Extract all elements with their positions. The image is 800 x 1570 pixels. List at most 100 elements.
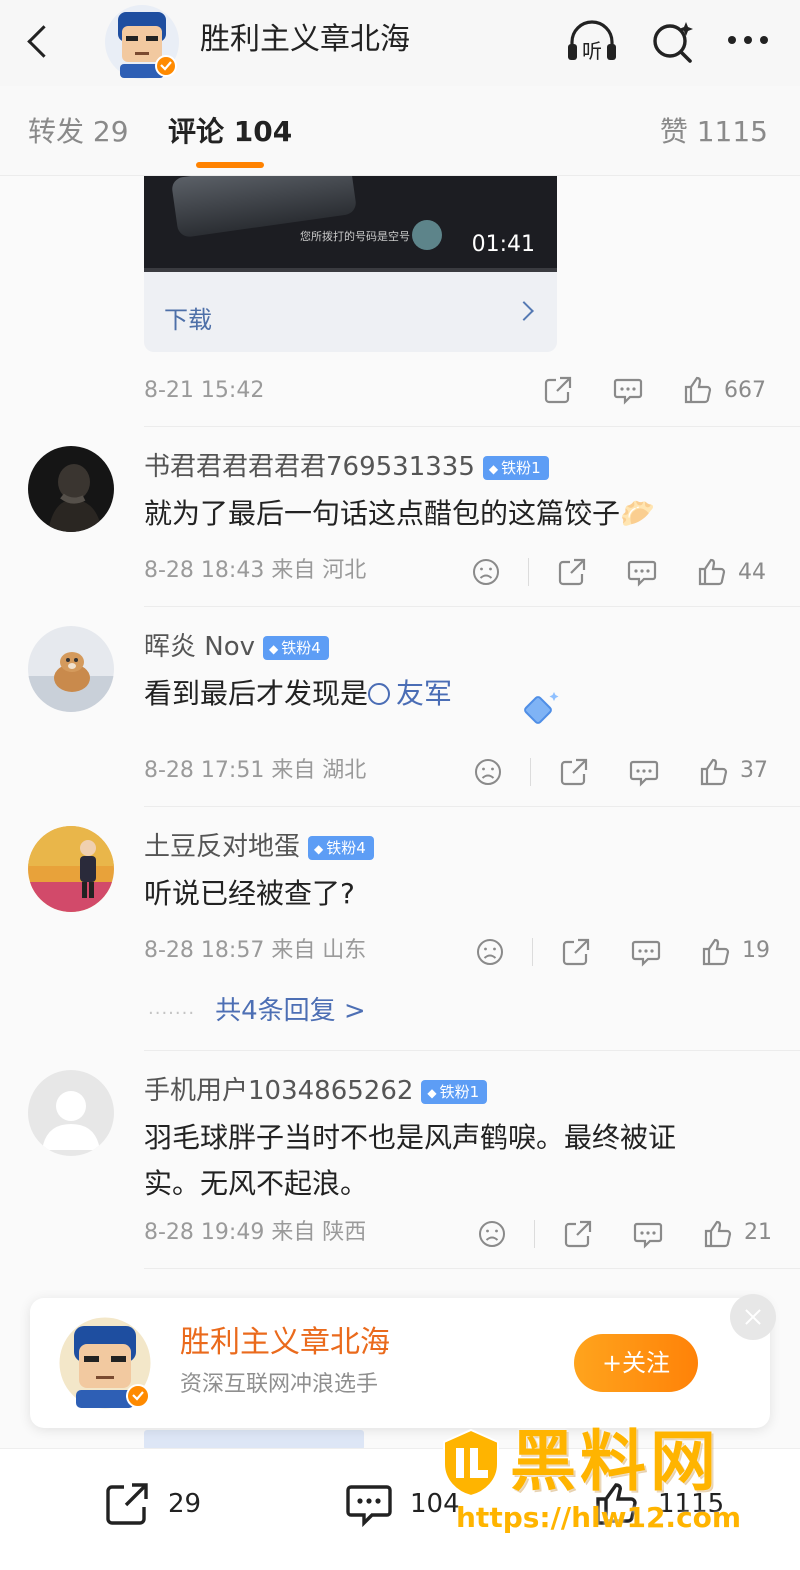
separator (530, 758, 531, 786)
comment-text-line1: 羽毛球胖子当时不也是风声鹤唳。最终被证 (144, 1121, 677, 1154)
video-duration: 01:41 (471, 232, 535, 257)
dislike-icon[interactable] (472, 756, 504, 788)
search-icon (368, 683, 391, 705)
search-icon[interactable] (646, 14, 702, 70)
fan-badge[interactable]: 铁粉1 (482, 455, 549, 480)
share-icon (106, 1483, 148, 1525)
avatar[interactable] (28, 1070, 114, 1156)
like-icon[interactable] (696, 556, 728, 588)
username-text[interactable]: 晖炎 Nov (144, 632, 255, 662)
like-icon[interactable] (682, 374, 714, 406)
comment-text: 听说已经被查了? (144, 877, 355, 910)
separator (532, 938, 533, 966)
comment-meta: 8-28 19:49 来自 陕西 (144, 1220, 367, 1245)
comment-icon[interactable] (632, 1218, 664, 1250)
watermark-text: 黑料网 (510, 1423, 720, 1500)
dislike-icon[interactable] (470, 556, 502, 588)
chevron-right-icon (514, 301, 534, 321)
view-replies-link[interactable]: ······· 共4条回复 > (148, 994, 366, 1031)
dislike-icon[interactable] (474, 936, 506, 968)
back-icon[interactable] (16, 16, 62, 66)
replies-text[interactable]: 共4条回复 > (215, 996, 366, 1026)
svg-text:听: 听 (582, 39, 602, 63)
comment-text-line2: 实。无风不起浪。 (144, 1167, 369, 1200)
video-thumbnail[interactable]: 您所拨打的号码是空号 01:41 (144, 176, 557, 272)
fan-badge[interactable]: 铁粉4 (263, 635, 329, 660)
divider (144, 606, 800, 607)
divider (144, 1050, 800, 1051)
follow-popup: 胜利主义章北海 资深互联网冲浪选手 +关注 (30, 1294, 776, 1428)
comment-icon[interactable] (628, 756, 660, 788)
more-icon[interactable] (720, 14, 776, 70)
like-icon[interactable] (698, 756, 730, 788)
share-icon[interactable] (542, 374, 574, 406)
comment-username[interactable]: 书君君君君君君769531335 铁粉1 (144, 450, 549, 484)
dislike-icon[interactable] (476, 1218, 508, 1250)
author-avatar[interactable] (104, 4, 180, 80)
share-icon[interactable] (556, 556, 588, 588)
comment-text: 看到最后才发现是 友军 (144, 672, 452, 716)
separator (534, 1220, 535, 1248)
like-count: 19 (742, 938, 770, 963)
username-text[interactable]: 土豆反对地蛋 (144, 832, 300, 862)
like-icon[interactable] (702, 1218, 734, 1250)
avatar[interactable] (28, 446, 114, 532)
share-icon[interactable] (562, 1218, 594, 1250)
repost-count: 29 (168, 1489, 202, 1519)
comment-icon[interactable] (612, 374, 644, 406)
tab-active-indicator (196, 162, 264, 168)
follow-button[interactable]: +关注 (574, 1334, 698, 1392)
watermark-url: https://hlw12.com (456, 1501, 742, 1534)
comment-text: 就为了最后一句话这点醋包的这篇饺子🥟 (144, 497, 655, 530)
comment-username[interactable]: 手机用户1034865262 铁粉1 (144, 1074, 488, 1108)
comment-meta: 8-28 18:57 来自 山东 (144, 938, 367, 963)
username-text[interactable]: 手机用户1034865262 (144, 1076, 413, 1106)
separator (528, 558, 529, 586)
avatar[interactable] (28, 826, 114, 912)
popup-avatar[interactable] (56, 1314, 154, 1412)
tab-repost[interactable]: 转发 29 (28, 114, 129, 150)
comment-meta: 8-28 17:51 来自 湖北 (144, 758, 367, 783)
video-subtitle: 您所拨打的号码是空号 (300, 230, 410, 243)
tab-comments[interactable]: 评论 104 (168, 114, 292, 150)
tab-bar: 转发 29 评论 104 赞 1115 (0, 86, 800, 176)
comment-username[interactable]: 土豆反对地蛋铁粉4 (144, 830, 374, 864)
comment-text-prefix: 看到最后才发现是 (144, 677, 369, 710)
share-icon[interactable] (560, 936, 592, 968)
like-count: 37 (740, 758, 768, 783)
like-icon[interactable] (700, 936, 732, 968)
comment-username[interactable]: 晖炎 Nov 铁粉4 (144, 630, 329, 664)
diamond-sparkle-icon (514, 686, 562, 734)
watermark-logo-icon (443, 1428, 499, 1498)
repost-button[interactable]: 29 (102, 1479, 222, 1529)
page-title: 胜利主义章北海 (200, 22, 410, 57)
tab-likes[interactable]: 赞 1115 (660, 114, 768, 150)
popup-description: 资深互联网冲浪选手 (180, 1372, 379, 1397)
username-text[interactable]: 书君君君君君君769531335 (144, 452, 475, 482)
watermark: 黑料网 https://hlw12.com (440, 1423, 780, 1544)
listen-icon[interactable]: 听 (564, 14, 620, 70)
share-icon[interactable] (558, 756, 590, 788)
video-frame-light (412, 220, 442, 250)
top-bar: 胜利主义章北海 听 (0, 0, 800, 86)
like-count: 21 (744, 1220, 772, 1245)
like-count: 667 (724, 378, 766, 403)
post-timestamp: 8-21 15:42 (144, 378, 265, 403)
comment-meta: 8-28 18:43 来自 河北 (144, 558, 367, 583)
fan-badge[interactable]: 铁粉1 (421, 1079, 488, 1104)
avatar[interactable] (28, 626, 114, 712)
like-count: 44 (738, 560, 766, 585)
popup-username[interactable]: 胜利主义章北海 (180, 1324, 390, 1362)
comment-icon[interactable] (626, 556, 658, 588)
divider (144, 806, 800, 807)
download-button[interactable]: 下载 (144, 272, 557, 352)
fan-badge[interactable]: 铁粉4 (308, 835, 374, 860)
divider (144, 1268, 800, 1269)
close-icon[interactable] (730, 1294, 776, 1340)
search-link-text[interactable]: 友军 (396, 677, 452, 710)
comment-icon[interactable] (630, 936, 662, 968)
comment-icon (346, 1485, 392, 1528)
download-label: 下载 (164, 306, 212, 334)
replies-dots: ······· (148, 1003, 196, 1024)
search-link[interactable]: 友军 (368, 677, 452, 710)
